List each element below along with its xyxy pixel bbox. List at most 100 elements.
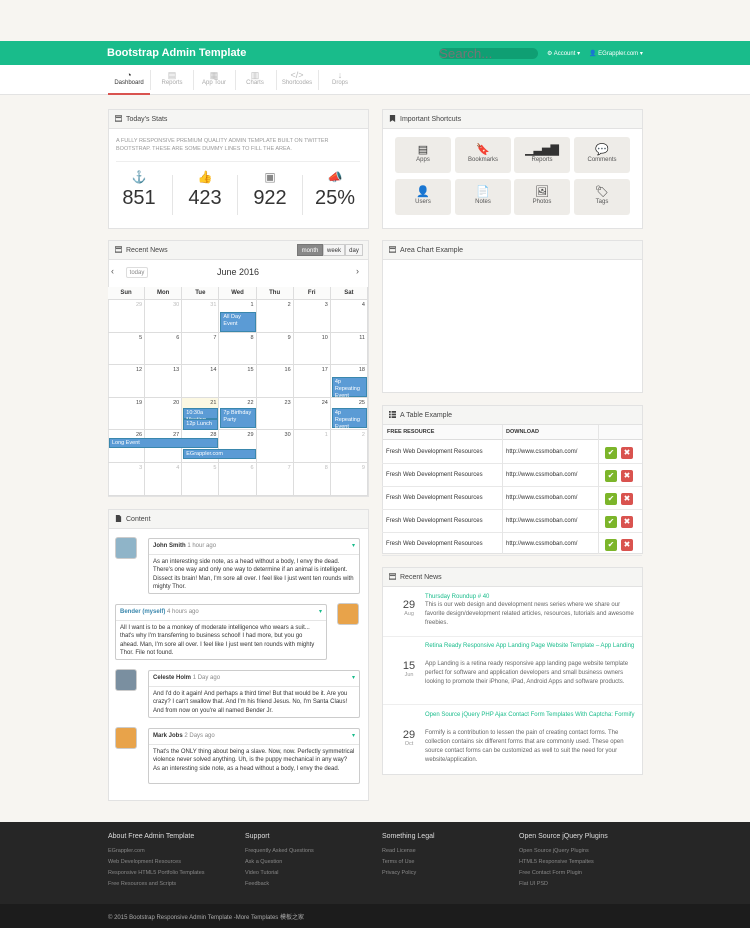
shortcut-comments[interactable]: 💬 Comments xyxy=(574,137,630,173)
calendar-day-cell[interactable]: 5 xyxy=(182,463,220,496)
check-icon[interactable]: ✔ xyxy=(605,516,617,528)
calendar-event[interactable]: EGrappler.com xyxy=(183,449,256,460)
shortcut-notes[interactable]: 📄 Notes xyxy=(455,179,511,215)
view-day-button[interactable]: day xyxy=(345,244,363,256)
calendar-day-cell[interactable]: 13 xyxy=(145,365,183,398)
download-link[interactable]: http://www.cssmoban.com/ xyxy=(506,495,577,501)
calendar-day-cell[interactable]: 19 xyxy=(108,397,146,431)
footer-link[interactable]: Open Source jQuery Plugins xyxy=(519,846,649,857)
calendar-day-cell[interactable]: 9 xyxy=(330,463,368,496)
calendar-day-cell[interactable]: 30 xyxy=(145,300,183,333)
shortcut-tags[interactable]: 🏷 Tags xyxy=(574,179,630,215)
footer-link[interactable]: Free Contact Form Plugin xyxy=(519,868,649,879)
calendar-day-cell[interactable]: 15 xyxy=(219,365,257,398)
shortcut-users[interactable]: 👤 Users xyxy=(395,179,451,215)
view-month-button[interactable]: month xyxy=(297,244,323,256)
footer-link[interactable]: Feedback xyxy=(245,879,375,890)
calendar-day-cell[interactable]: 8 xyxy=(219,332,257,366)
remove-icon[interactable]: ✖ xyxy=(621,470,633,482)
comment-author[interactable]: John Smith xyxy=(153,543,186,549)
download-link[interactable]: http://www.cssmoban.com/ xyxy=(506,472,577,478)
calendar-day-cell[interactable]: 11 xyxy=(330,332,368,366)
calendar-day-cell[interactable]: 9 xyxy=(256,332,294,366)
tab-reports[interactable]: ▤ Reports xyxy=(151,65,193,95)
caret-down-icon[interactable]: ▾ xyxy=(319,608,322,617)
footer-link[interactable]: HTML5 Responsive Tempaltes xyxy=(519,857,649,868)
search-input[interactable] xyxy=(439,48,538,59)
calendar-day-cell[interactable]: 14 xyxy=(182,365,220,398)
footer-link[interactable]: Privacy Policy xyxy=(382,868,512,879)
calendar-day-cell[interactable]: 30 xyxy=(256,430,294,463)
tab-shortcodes[interactable]: </> Shortcodes xyxy=(276,65,318,95)
calendar-day-cell[interactable]: 7 xyxy=(256,463,294,496)
calendar-event[interactable]: 4p Repeating Event xyxy=(331,407,367,430)
footer-link[interactable]: Free Resources and Scripts xyxy=(108,879,238,890)
calendar-day-cell[interactable]: 4 xyxy=(145,463,183,496)
check-icon[interactable]: ✔ xyxy=(605,539,617,551)
calendar-day-cell[interactable]: 24 xyxy=(293,397,331,431)
news-title[interactable]: Retina Ready Responsive App Landing Page… xyxy=(425,642,635,651)
calendar-day-cell[interactable]: 31 xyxy=(182,300,220,333)
caret-down-icon[interactable]: ▾ xyxy=(352,732,355,741)
calendar-day-cell[interactable]: 2 xyxy=(256,300,294,333)
comment-author[interactable]: Bender (myself) xyxy=(120,609,165,615)
comment-author[interactable]: Mark Jobs xyxy=(153,733,183,739)
remove-icon[interactable]: ✖ xyxy=(621,539,633,551)
check-icon[interactable]: ✔ xyxy=(605,447,617,459)
shortcut-photos[interactable]: 🖼 Photos xyxy=(514,179,570,215)
calendar-day-cell[interactable]: 3 xyxy=(108,463,146,496)
footer-link[interactable]: Web Development Resources xyxy=(108,857,238,868)
shortcut-apps[interactable]: ▤ Apps xyxy=(395,137,451,173)
footer-link[interactable]: Frequently Asked Questions xyxy=(245,846,375,857)
user-menu[interactable]: 👤 EGrappler.com ▾ xyxy=(589,50,643,57)
footer-link[interactable]: Flat UI PSD xyxy=(519,879,649,890)
calendar-day-cell[interactable]: 3 xyxy=(293,300,331,333)
calendar-day-cell[interactable]: 23 xyxy=(256,397,294,431)
news-title[interactable]: Open Source jQuery PHP Ajax Contact Form… xyxy=(425,711,635,720)
calendar-day-cell[interactable]: 2 xyxy=(330,430,368,463)
download-link[interactable]: http://www.cssmoban.com/ xyxy=(506,449,577,455)
account-menu[interactable]: ⚙ Account ▾ xyxy=(547,50,580,57)
footer-link[interactable]: Ask a Question xyxy=(245,857,375,868)
calendar-day-cell[interactable]: 8 xyxy=(293,463,331,496)
brand-logo[interactable]: Bootstrap Admin Template xyxy=(107,47,246,59)
remove-icon[interactable]: ✖ xyxy=(621,447,633,459)
caret-down-icon[interactable]: ▾ xyxy=(352,542,355,551)
footer-link[interactable]: EGrappler.com xyxy=(108,846,238,857)
remove-icon[interactable]: ✖ xyxy=(621,493,633,505)
calendar-day-cell[interactable]: 6 xyxy=(145,332,183,366)
calendar-day-cell[interactable]: 10 xyxy=(293,332,331,366)
calendar-event[interactable]: 12p Lunch xyxy=(183,418,219,430)
calendar-day-cell[interactable]: 17 xyxy=(293,365,331,398)
tab-dashboard[interactable]: ◔ Dashboard xyxy=(108,65,150,95)
download-link[interactable]: http://www.cssmoban.com/ xyxy=(506,518,577,524)
tab-app-tour[interactable]: ▦ App Tour xyxy=(193,65,235,95)
calendar-day-cell[interactable]: 29 xyxy=(108,300,146,333)
calendar-day-cell[interactable]: 20 xyxy=(145,397,183,431)
calendar-day-cell[interactable]: 5 xyxy=(108,332,146,366)
tab-drops[interactable]: ↓ Drops xyxy=(319,65,361,95)
comment-author[interactable]: Celeste Holm xyxy=(153,675,191,681)
calendar-day-cell[interactable]: 6 xyxy=(219,463,257,496)
footer-link[interactable]: Responsive HTML5 Portfolio Templates xyxy=(108,868,238,879)
footer-link[interactable]: Video Tutorial xyxy=(245,868,375,879)
calendar-day-cell[interactable]: 4 xyxy=(330,300,368,333)
calendar-day-cell[interactable]: 12 xyxy=(108,365,146,398)
footer-link[interactable]: Terms of Use xyxy=(382,857,512,868)
calendar-event[interactable]: All Day Event xyxy=(220,312,256,332)
check-icon[interactable]: ✔ xyxy=(605,470,617,482)
today-button[interactable]: today xyxy=(126,267,148,278)
calendar-event[interactable]: 4p Repeating Event xyxy=(331,377,367,399)
calendar-day-cell[interactable]: 7 xyxy=(182,332,220,366)
next-month-icon[interactable]: › xyxy=(356,266,359,276)
calendar-event[interactable]: 10:30a Meeting xyxy=(183,407,219,423)
tab-charts[interactable]: ▥ Charts xyxy=(234,65,276,95)
shortcut-reports[interactable]: ▁▃▅▇ Reports xyxy=(514,137,570,173)
view-week-button[interactable]: week xyxy=(323,244,345,256)
check-icon[interactable]: ✔ xyxy=(605,493,617,505)
calendar-day-cell[interactable]: 1 xyxy=(293,430,331,463)
shortcut-bookmarks[interactable]: 🔖 Bookmarks xyxy=(455,137,511,173)
remove-icon[interactable]: ✖ xyxy=(621,516,633,528)
calendar-event[interactable]: 7p Birthday Party xyxy=(220,407,256,428)
caret-down-icon[interactable]: ▾ xyxy=(352,674,355,683)
